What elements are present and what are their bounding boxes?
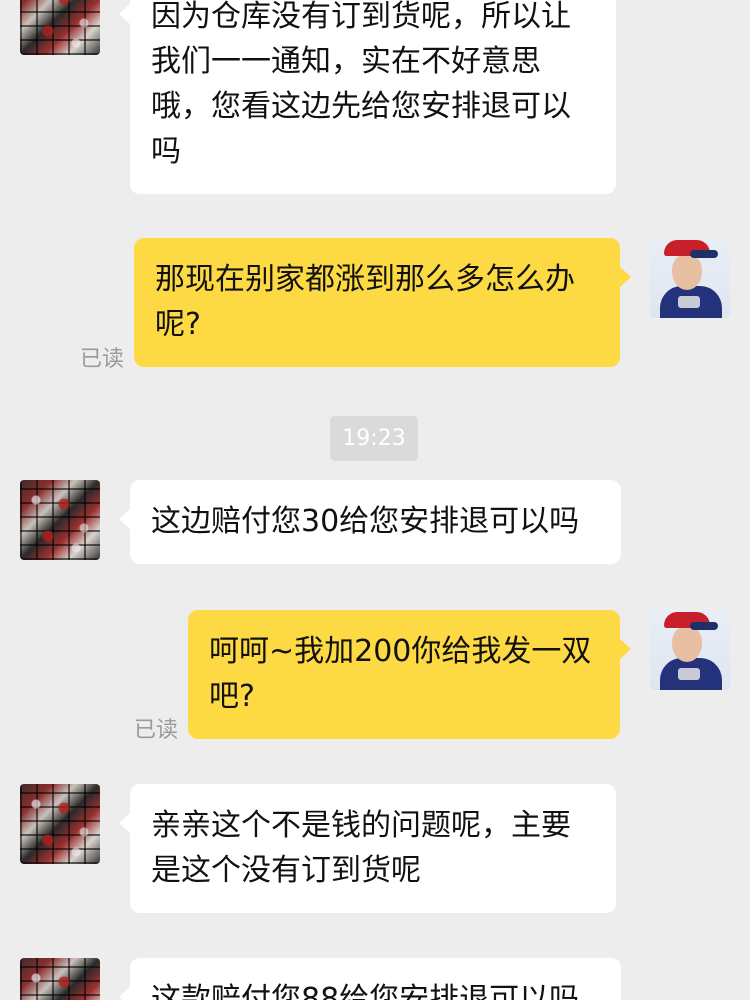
message-text: 那现在别家都涨到那么多怎么办呢?	[155, 262, 575, 342]
message-text: 因为仓库没有订到货呢，所以让我们一一通知，实在不好意思哦，您看这边先给您安排退可…	[151, 0, 571, 169]
message-bubble-incoming: 亲亲这个不是钱的问题呢，主要是这个没有订到货呢	[119, 784, 616, 913]
message-bubble-incoming: 因为仓库没有订到货呢，所以让我们一一通知，实在不好意思哦，您看这边先给您安排退可…	[119, 0, 616, 194]
seller-avatar-icon[interactable]	[20, 784, 100, 864]
seller-avatar-icon[interactable]	[20, 0, 100, 55]
seller-avatar-icon[interactable]	[20, 480, 100, 560]
user-avatar-icon[interactable]	[650, 238, 730, 318]
seller-avatar-icon[interactable]	[20, 958, 100, 1000]
read-status: 已读	[80, 347, 125, 372]
message-text: 亲亲这个不是钱的问题呢，主要是这个没有订到货呢	[151, 808, 571, 888]
chat-view: 因为仓库没有订到货呢，所以让我们一一通知，实在不好意思哦，您看这边先给您安排退可…	[0, 0, 750, 1000]
message-bubble-incoming: 这款赔付您88给您安排退可以吗	[119, 958, 621, 1000]
user-avatar-icon[interactable]	[650, 610, 730, 690]
message-bubble-outgoing: 那现在别家都涨到那么多怎么办呢?	[134, 238, 631, 367]
timestamp-chip: 19:23	[330, 416, 418, 461]
message-bubble-outgoing: 呵呵~我加200你给我发一双吧?	[188, 610, 631, 739]
message-bubble-incoming: 这边赔付您30给您安排退可以吗	[119, 480, 621, 564]
read-status: 已读	[134, 718, 179, 743]
message-text: 这边赔付您30给您安排退可以吗	[151, 504, 580, 539]
message-text: 呵呵~我加200你给我发一双吧?	[209, 634, 592, 714]
message-text: 这款赔付您88给您安排退可以吗	[151, 982, 580, 1000]
